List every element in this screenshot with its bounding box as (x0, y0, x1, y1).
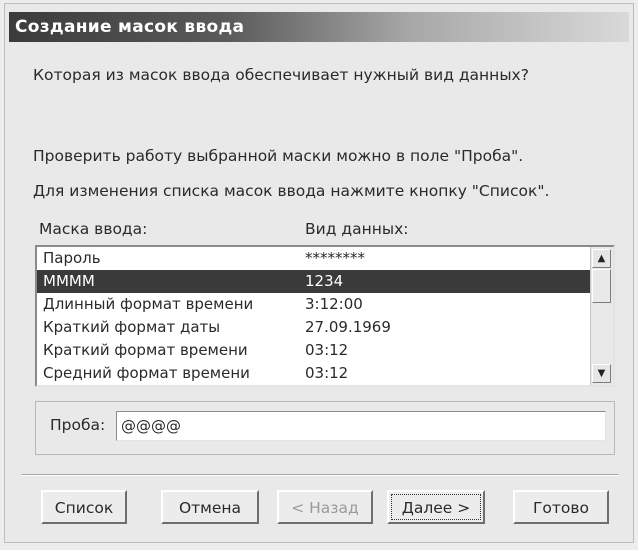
test-label: Проба: (50, 416, 106, 434)
check-hint-text: Проверить работу выбранной маски можно в… (33, 147, 524, 165)
scrollbar-thumb[interactable] (592, 269, 611, 303)
list-item-mask: Краткий формат даты (43, 318, 221, 336)
list-button[interactable]: Список (41, 490, 127, 524)
done-button[interactable]: Готово (513, 490, 609, 524)
list-item-mask: Краткий формат времени (43, 341, 248, 359)
mask-list[interactable]: Пароль ******** MMMM 1234 Длинный формат… (35, 245, 615, 387)
list-item[interactable]: Краткий формат даты 27.09.1969 (37, 316, 613, 339)
window-title: Создание масок ввода (9, 12, 629, 42)
list-item[interactable]: Средний формат времени 03:12 (37, 362, 613, 385)
list-item-mask: Средний формат времени (43, 364, 250, 382)
list-item[interactable]: Длинный формат времени 3:12:00 (37, 293, 613, 316)
list-item-view: 03:12 (305, 364, 349, 382)
list-item-view: 27.09.1969 (305, 318, 391, 336)
list-item-mask: Длинный формат времени (43, 295, 254, 313)
input-mask-wizard-window: Создание масок ввода Которая из масок вв… (4, 3, 634, 543)
list-item-view: 1234 (305, 272, 344, 290)
change-hint-text: Для изменения списка масок ввода нажмите… (33, 182, 550, 200)
scroll-up-arrow-icon[interactable]: ▲ (592, 249, 611, 268)
list-item-view: 3:12:00 (305, 295, 363, 313)
question-text: Которая из масок ввода обеспечивает нужн… (33, 66, 529, 84)
test-input[interactable]: @@@@ (116, 411, 606, 441)
test-group: Проба: @@@@ (35, 401, 615, 455)
list-item[interactable]: Пароль ******** (37, 247, 613, 270)
list-item-mask: Пароль (43, 249, 101, 267)
column-header-view: Вид данных: (305, 220, 409, 238)
column-header-mask: Маска ввода: (39, 220, 148, 238)
button-separator (21, 474, 619, 476)
list-item[interactable]: Краткий формат времени 03:12 (37, 339, 613, 362)
list-scrollbar[interactable]: ▲ ▼ (590, 247, 613, 385)
list-item-view: 03:12 (305, 341, 349, 359)
scroll-down-arrow-icon[interactable]: ▼ (592, 364, 611, 383)
next-button[interactable]: Далее > (387, 490, 485, 524)
list-item-view: ******** (305, 249, 365, 267)
cancel-button[interactable]: Отмена (161, 490, 259, 524)
back-button[interactable]: < Назад (277, 490, 373, 524)
list-item-selected[interactable]: MMMM 1234 (37, 270, 613, 293)
list-item-mask: MMMM (43, 272, 95, 290)
